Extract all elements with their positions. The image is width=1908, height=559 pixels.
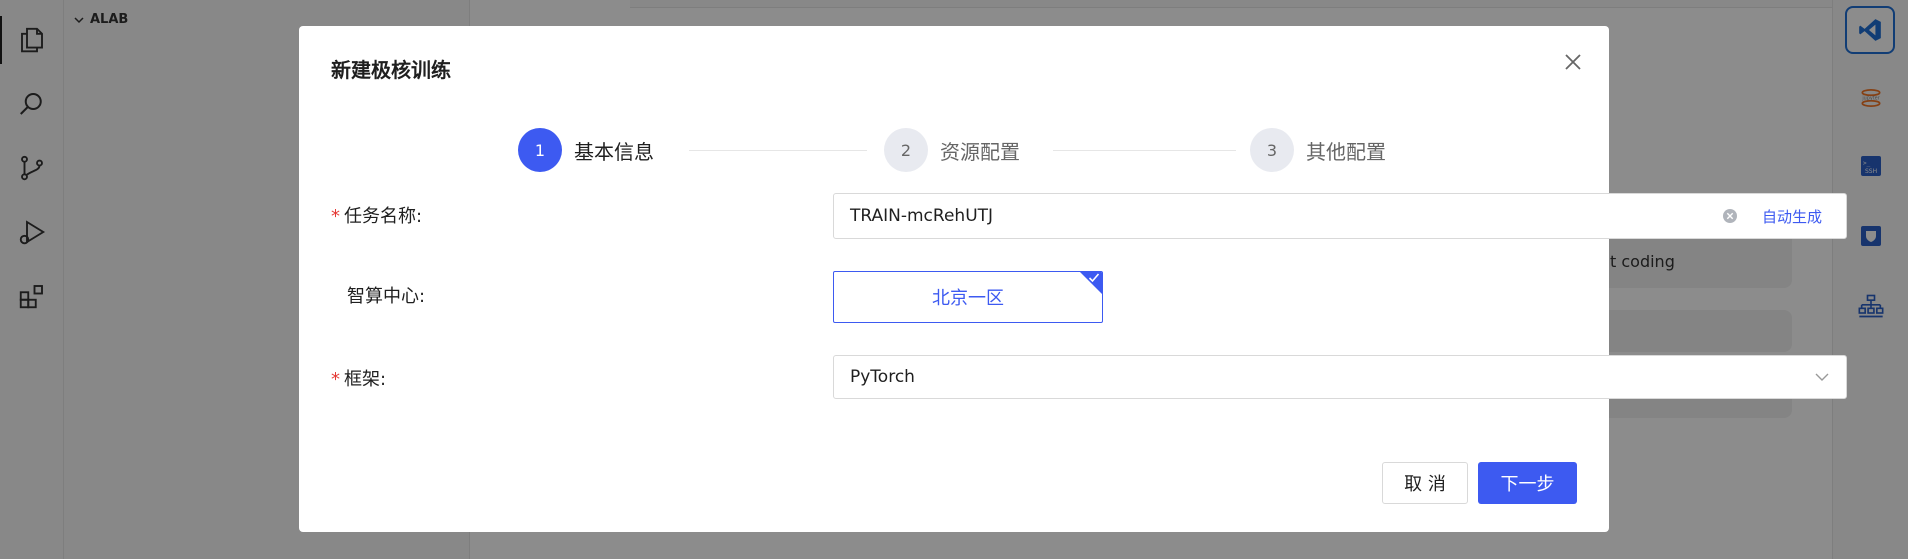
step-number: 3: [1250, 128, 1294, 172]
step-label: 资源配置: [940, 139, 1020, 164]
step-connector: [1053, 150, 1236, 151]
compute-center-option[interactable]: 北京一区: [833, 271, 1103, 323]
step-label: 其他配置: [1306, 139, 1386, 164]
task-name-input[interactable]: TRAIN-mcRehUTJ 自动生成: [833, 193, 1847, 239]
close-button[interactable]: [1561, 50, 1585, 74]
step-connector: [689, 150, 867, 151]
framework-label: * 框架:: [331, 365, 386, 391]
framework-value: PyTorch: [850, 367, 915, 387]
required-mark: *: [331, 369, 340, 390]
next-step-button[interactable]: 下一步: [1478, 462, 1577, 504]
new-training-dialog: 新建极核训练 1 基本信息 2 资源配置 3 其他配置 * 任务名称: TRAIN…: [299, 26, 1847, 532]
clear-icon[interactable]: [1722, 208, 1738, 224]
compute-center-label: 智算中心:: [347, 286, 426, 307]
compute-center-option-label: 北京一区: [932, 288, 1004, 309]
chevron-down-icon: [1815, 373, 1829, 381]
dialog-title: 新建极核训练: [331, 58, 451, 82]
stepper: 1 基本信息 2 资源配置 3 其他配置: [518, 128, 1398, 172]
step-basic-info[interactable]: 1 基本信息: [518, 128, 654, 172]
step-number: 2: [884, 128, 928, 172]
framework-label-text: 框架:: [344, 369, 387, 390]
task-name-value[interactable]: TRAIN-mcRehUTJ: [850, 206, 1722, 226]
step-label: 基本信息: [574, 139, 654, 164]
cancel-button[interactable]: 取 消: [1382, 462, 1468, 504]
task-name-label-text: 任务名称:: [344, 206, 423, 227]
step-number: 1: [518, 128, 562, 172]
step-other-config[interactable]: 3 其他配置: [1250, 128, 1386, 172]
framework-select[interactable]: PyTorch: [833, 355, 1847, 399]
task-name-label: * 任务名称:: [331, 202, 422, 228]
required-mark: *: [331, 206, 340, 227]
close-icon: [1565, 54, 1581, 70]
step-resource-config[interactable]: 2 资源配置: [884, 128, 1020, 172]
auto-generate-link[interactable]: 自动生成: [1762, 206, 1822, 227]
check-icon: [1088, 273, 1100, 283]
